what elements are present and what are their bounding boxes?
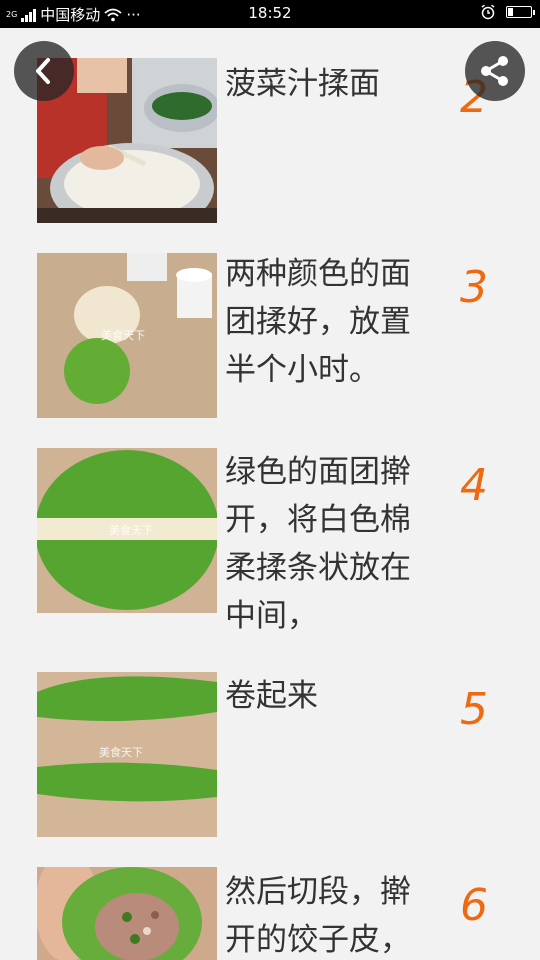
step-photo[interactable] [37,867,217,960]
step-item: 美食天下 卷起来 5 [0,658,540,858]
battery-icon [506,6,535,18]
step-photo[interactable]: 美食天下 [37,253,217,418]
alarm-icon [481,4,495,20]
share-icon [481,56,508,86]
step-text: 菠菜汁揉面 [225,66,380,102]
step-item: 美食天下 绿色的面团擀开，将白色棉柔揉条状放在中间， 4 [0,428,540,658]
step-photo[interactable]: 美食天下 [37,672,217,837]
step-text: 两种颜色的面团揉好，放置半个小时。 [225,256,411,388]
step-photo[interactable]: 美食天下 [37,448,217,613]
status-bar: 2G 中国移动 ··· 18:52 [0,0,540,28]
clock: 18:52 [248,4,292,22]
step-item: 美食天下 两种颜色的面团揉好，放置半个小时。 3 [0,228,540,428]
step-text: 卷起来 [225,678,318,714]
back-button[interactable] [14,41,74,101]
step-text: 绿色的面团擀开，将白色棉柔揉条状放在中间， [225,454,411,634]
chevron-left-icon [36,58,50,84]
step-number: 3 [460,262,488,313]
share-button[interactable] [465,41,525,101]
step-item: 菠菜汁揉面 2 [0,28,540,228]
watermark-text: 美食天下 [99,745,143,759]
watermark-text: 美食天下 [109,523,153,537]
step-text: 然后切段，擀开的饺子皮， [225,874,411,958]
step-number: 6 [460,880,488,931]
watermark-text: 美食天下 [101,328,145,342]
step-item: 然后切段，擀开的饺子皮， 6 [0,858,540,960]
step-number: 5 [460,684,488,735]
recipe-steps-page: 2G 中国移动 ··· 18:52 菠菜汁揉面 2 美食天下 两种颜色的面团揉好… [0,0,540,960]
step-number: 4 [460,460,488,511]
